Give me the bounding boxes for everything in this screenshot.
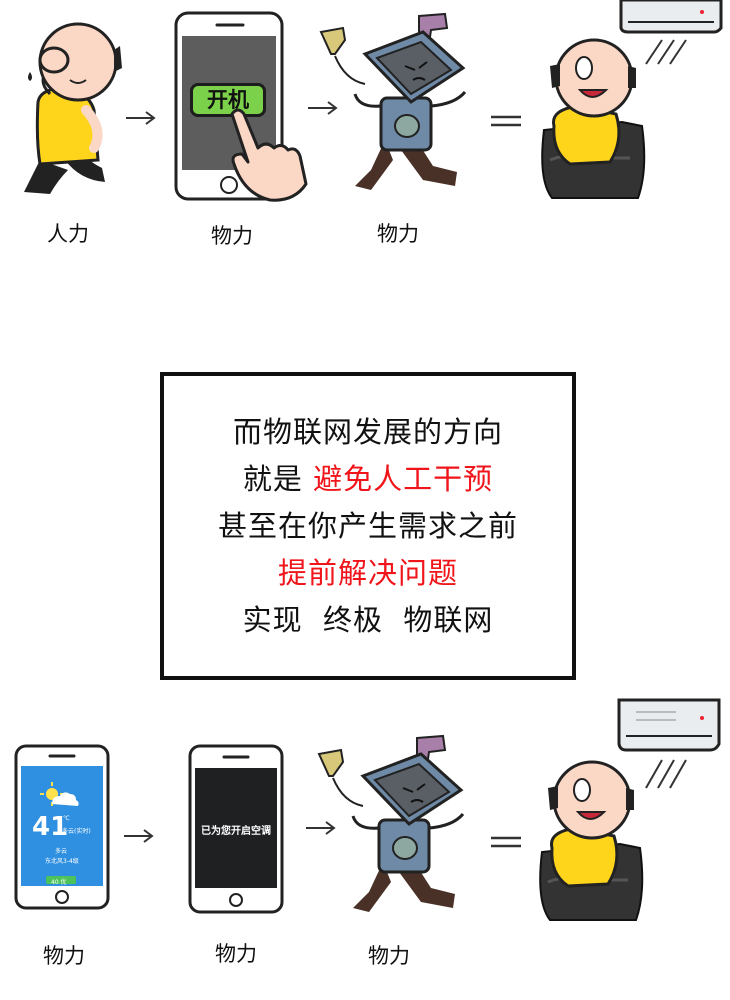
weather-wind: 东北风3-4级 [45, 858, 79, 865]
robot-running-illustration [319, 12, 467, 190]
message-highlight: 提前解决问题 [277, 555, 458, 590]
air-conditioner-icon [619, 0, 723, 34]
weather-unit: ℃ [63, 815, 70, 822]
message-line: 实现 终极 物联网 [243, 597, 494, 644]
label-manual-power: 人力 [47, 222, 89, 246]
arrow-right-icon [126, 111, 156, 125]
message-text: 甚至在你产生需求之前 [217, 508, 518, 543]
message-text: 实现 终极 物联网 [242, 602, 494, 637]
message-line: 提前解决问题 [278, 550, 458, 597]
label-device-power-2: 物力 [377, 222, 419, 246]
message-line: 甚至在你产生需求之前 [218, 503, 518, 550]
weather-condition-realtime: 多云(实时) [62, 828, 91, 835]
message-box: 而物联网发展的方向就是 避免人工干预甚至在你产生需求之前 提前解决问题实现 终极 … [160, 372, 576, 680]
label-device-power-4: 物力 [215, 942, 257, 966]
pointing-hand-icon [230, 108, 308, 202]
weather-condition: 多云 [55, 848, 68, 855]
air-conditioner-icon [617, 698, 721, 752]
person-kneeling-illustration [24, 22, 122, 194]
message-line: 而物联网发展的方向 [233, 409, 503, 456]
equals-sign-icon [491, 115, 521, 127]
weather-aqi-badge: 40 优 [51, 879, 67, 886]
arrow-right-icon [124, 829, 154, 843]
label-device-power-5: 物力 [368, 944, 410, 968]
equals-sign-icon [491, 836, 521, 848]
person-relaxing-illustration [541, 38, 646, 199]
message-line: 就是 避免人工干预 [243, 456, 493, 503]
message-highlight: 避免人工干预 [313, 461, 494, 496]
robot-running-illustration [317, 734, 465, 912]
ac-started-message: 已为您开启空调 [201, 826, 271, 837]
label-device-power-3: 物力 [43, 944, 85, 968]
message-text: 就是 [242, 461, 314, 496]
person-relaxing-illustration [539, 760, 644, 921]
label-device-power-1: 物力 [211, 224, 253, 248]
message-text: 而物联网发展的方向 [232, 414, 503, 449]
